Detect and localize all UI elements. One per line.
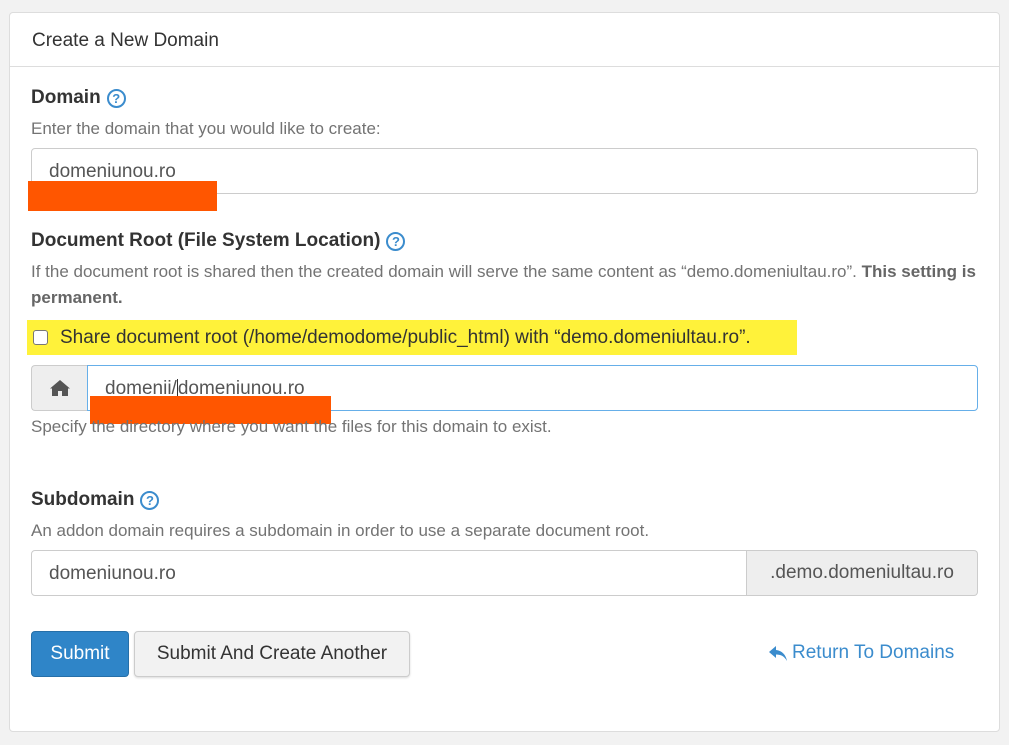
question-circle-icon[interactable]: ? [386, 231, 406, 251]
docroot-help-text: If the document root is shared then the … [31, 259, 981, 311]
panel-title: Create a New Domain [10, 13, 999, 67]
home-addon [31, 365, 87, 411]
share-docroot-checkbox[interactable] [33, 330, 48, 345]
subdomain-label-row: Subdomain ? [31, 489, 160, 511]
submit-and-create-another-button[interactable]: Submit And Create Another [134, 631, 410, 677]
domain-input-value: domeniunou.ro [49, 161, 176, 182]
return-to-domains-link[interactable]: Return To Domains [768, 642, 954, 664]
docroot-help-after: Specify the directory where you want the… [31, 417, 552, 436]
subdomain-suffix: .demo.domeniultau.ro [747, 550, 978, 596]
domain-label-row: Domain ? [31, 87, 126, 109]
home-icon [49, 380, 70, 396]
domain-label: Domain [31, 87, 101, 108]
share-docroot-label: Share document root (/home/demodome/publ… [60, 326, 751, 348]
domain-help-text: Enter the domain that you would like to … [31, 119, 381, 138]
submit-button[interactable]: Submit [31, 631, 129, 677]
docroot-label: Document Root (File System Location) [31, 230, 381, 251]
subdomain-label: Subdomain [31, 489, 135, 510]
reply-arrow-icon [769, 645, 787, 661]
question-circle-icon[interactable]: ? [140, 490, 160, 510]
docroot-help-prefix: If the document root is shared then the … [31, 262, 857, 281]
subdomain-input-value: domeniunou.ro [49, 563, 176, 584]
return-to-domains-label: Return To Domains [792, 642, 955, 663]
share-docroot-option[interactable]: Share document root (/home/demodome/publ… [27, 320, 797, 355]
docroot-label-row: Document Root (File System Location) ? [31, 230, 406, 252]
subdomain-help-text: An addon domain requires a subdomain in … [31, 521, 650, 540]
subdomain-input[interactable]: domeniunou.ro [31, 550, 747, 596]
question-circle-icon[interactable]: ? [106, 88, 126, 108]
redaction-bar [28, 181, 217, 211]
